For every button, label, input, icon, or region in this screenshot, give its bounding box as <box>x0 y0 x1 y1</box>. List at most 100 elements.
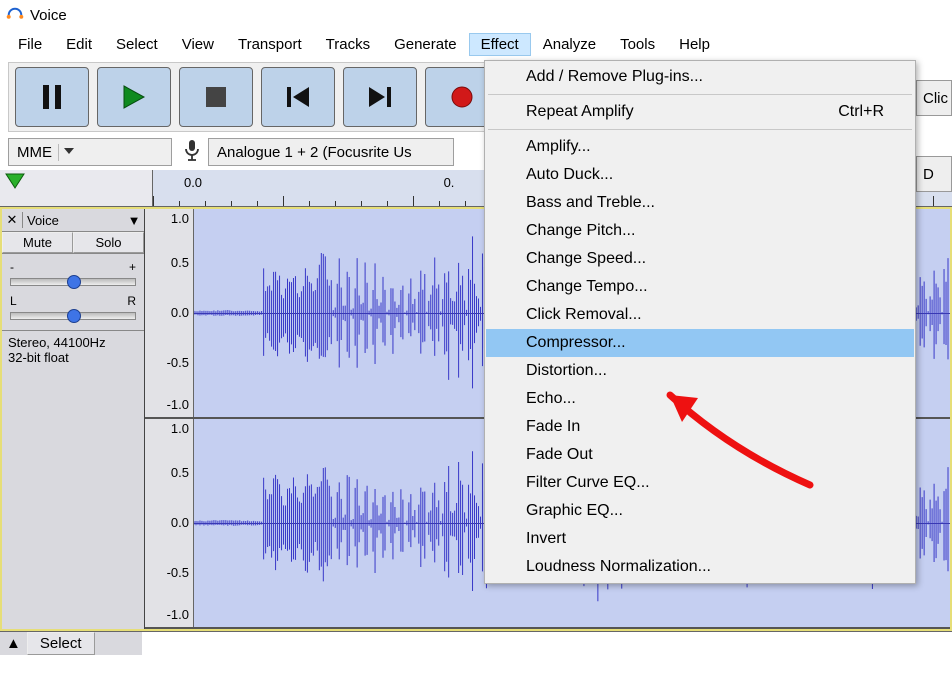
menu-file[interactable]: File <box>6 33 54 56</box>
right-edge-d[interactable]: D <box>916 156 952 192</box>
select-button[interactable]: Select <box>27 632 95 655</box>
play-button[interactable] <box>97 67 171 127</box>
menu-item-label: Echo... <box>526 390 576 408</box>
menu-analyze[interactable]: Analyze <box>531 33 608 56</box>
menu-generate[interactable]: Generate <box>382 33 469 56</box>
collapse-button[interactable]: ▲ <box>0 635 27 652</box>
timeline-tick: 0.0 <box>184 175 202 190</box>
menu-help[interactable]: Help <box>667 33 722 56</box>
amplitude-scale: 1.00.50.0-0.5-1.0 <box>145 209 194 417</box>
effect-item-compressor[interactable]: Compressor... <box>486 329 914 357</box>
menu-item-label: Bass and Treble... <box>526 194 655 212</box>
skip-end-button[interactable] <box>343 67 417 127</box>
menu-item-label: Filter Curve EQ... <box>526 474 650 492</box>
scale-label: 0.0 <box>171 515 189 530</box>
effect-item-amplify[interactable]: Amplify... <box>486 133 914 161</box>
menu-tools[interactable]: Tools <box>608 33 667 56</box>
menu-item-label: Auto Duck... <box>526 166 613 184</box>
effect-item-echo[interactable]: Echo... <box>486 385 914 413</box>
scale-label: -1.0 <box>167 397 189 412</box>
menu-edit[interactable]: Edit <box>54 33 104 56</box>
menu-item-label: Fade In <box>526 418 580 436</box>
effect-item-change-speed[interactable]: Change Speed... <box>486 245 914 273</box>
track-format-line2: 32-bit float <box>8 350 138 365</box>
effect-item-fade-out[interactable]: Fade Out <box>486 441 914 469</box>
bottom-panel: ▲ Select <box>0 631 952 655</box>
amplitude-scale: 1.0 0.5 0.0 -0.5 -1.0 <box>145 419 194 627</box>
menu-effect[interactable]: Effect <box>469 33 531 56</box>
scale-label: 0.5 <box>171 255 189 270</box>
menu-item-label: Change Tempo... <box>526 278 648 296</box>
menu-item-label: Change Pitch... <box>526 222 635 240</box>
pan-left-label: L <box>10 294 17 308</box>
effect-item-repeat-amplify[interactable]: Repeat Amplify Ctrl+R <box>486 98 914 126</box>
transport-buttons <box>8 62 506 132</box>
audio-host-combo[interactable]: MME <box>8 138 172 166</box>
effect-item-click-removal[interactable]: Click Removal... <box>486 301 914 329</box>
recording-device-combo[interactable]: Analogue 1 + 2 (Focusrite Us <box>208 138 454 166</box>
mute-button[interactable]: Mute <box>2 232 73 253</box>
track-format-line1: Stereo, 44100Hz <box>8 335 138 350</box>
menu-item-label: Loudness Normalization... <box>526 558 711 576</box>
effect-item-change-tempo[interactable]: Change Tempo... <box>486 273 914 301</box>
menu-bar: FileEditSelectViewTransportTracksGenerat… <box>0 30 952 58</box>
effect-item-distortion[interactable]: Distortion... <box>486 357 914 385</box>
track-info: Stereo, 44100Hz 32-bit float <box>2 331 144 369</box>
microphone-icon <box>182 139 202 165</box>
track-control-panel: ✕ Voice ▼ Mute Solo - + L R Stereo, 44100H… <box>2 209 145 629</box>
track-close-button[interactable]: ✕ <box>2 212 23 228</box>
menu-item-label: Distortion... <box>526 362 607 380</box>
timeline-tick: 0. <box>444 175 455 190</box>
app-logo-icon <box>6 6 24 24</box>
solo-button[interactable]: Solo <box>73 232 144 253</box>
effect-item-fade-in[interactable]: Fade In <box>486 413 914 441</box>
menu-item-label: Add / Remove Plug-ins... <box>526 68 703 86</box>
scale-label: 1.0 <box>171 211 189 226</box>
menu-item-label: Change Speed... <box>526 250 646 268</box>
gain-left-label: - <box>10 260 14 274</box>
right-edge-clip[interactable]: Clic <box>916 80 952 116</box>
track-menu-button[interactable]: ▼ <box>124 213 144 228</box>
menu-item-shortcut: Ctrl+R <box>838 103 884 121</box>
skip-start-button[interactable] <box>261 67 335 127</box>
menu-transport[interactable]: Transport <box>226 33 314 56</box>
menu-item-label: Compressor... <box>526 334 626 352</box>
menu-item-label: Invert <box>526 530 566 548</box>
menu-item-label: Fade Out <box>526 446 593 464</box>
pause-button[interactable] <box>15 67 89 127</box>
pan-right-label: R <box>127 294 136 308</box>
scale-label: 0.0 <box>171 305 189 320</box>
right-edge-panels: Clic D <box>916 62 952 198</box>
scale-label: -0.5 <box>167 565 189 580</box>
effect-item-filter-curve-eq[interactable]: Filter Curve EQ... <box>486 469 914 497</box>
menu-separator <box>488 94 912 95</box>
playhead-marker-icon[interactable] <box>4 172 26 194</box>
gain-right-label: + <box>129 260 136 274</box>
audio-host-value: MME <box>17 144 52 161</box>
effect-item-invert[interactable]: Invert <box>486 525 914 553</box>
pan-slider[interactable] <box>10 312 136 320</box>
effect-item-loudness-normalization[interactable]: Loudness Normalization... <box>486 553 914 581</box>
stop-button[interactable] <box>179 67 253 127</box>
effect-item-graphic-eq[interactable]: Graphic EQ... <box>486 497 914 525</box>
effect-item-auto-duck[interactable]: Auto Duck... <box>486 161 914 189</box>
scale-label: -1.0 <box>167 607 189 622</box>
menu-tracks[interactable]: Tracks <box>314 33 382 56</box>
menu-view[interactable]: View <box>170 33 226 56</box>
effect-item-change-pitch[interactable]: Change Pitch... <box>486 217 914 245</box>
track-name[interactable]: Voice <box>23 213 124 228</box>
scale-label: 1.0 <box>171 421 189 436</box>
title-bar: Voice <box>0 0 952 30</box>
effect-item-bass-and-treble[interactable]: Bass and Treble... <box>486 189 914 217</box>
effect-item-add-remove-plug-ins[interactable]: Add / Remove Plug-ins... <box>486 63 914 91</box>
recording-device-value: Analogue 1 + 2 (Focusrite Us <box>217 144 412 161</box>
effect-menu-dropdown: Add / Remove Plug-ins... Repeat Amplify Ct… <box>484 60 916 584</box>
timeline-left <box>0 170 153 206</box>
menu-separator <box>488 129 912 130</box>
menu-select[interactable]: Select <box>104 33 170 56</box>
chevron-down-icon <box>58 144 75 161</box>
scale-label: 0.5 <box>171 465 189 480</box>
menu-item-label: Graphic EQ... <box>526 502 623 520</box>
menu-item-label: Repeat Amplify <box>526 103 634 121</box>
gain-slider[interactable] <box>10 278 136 286</box>
